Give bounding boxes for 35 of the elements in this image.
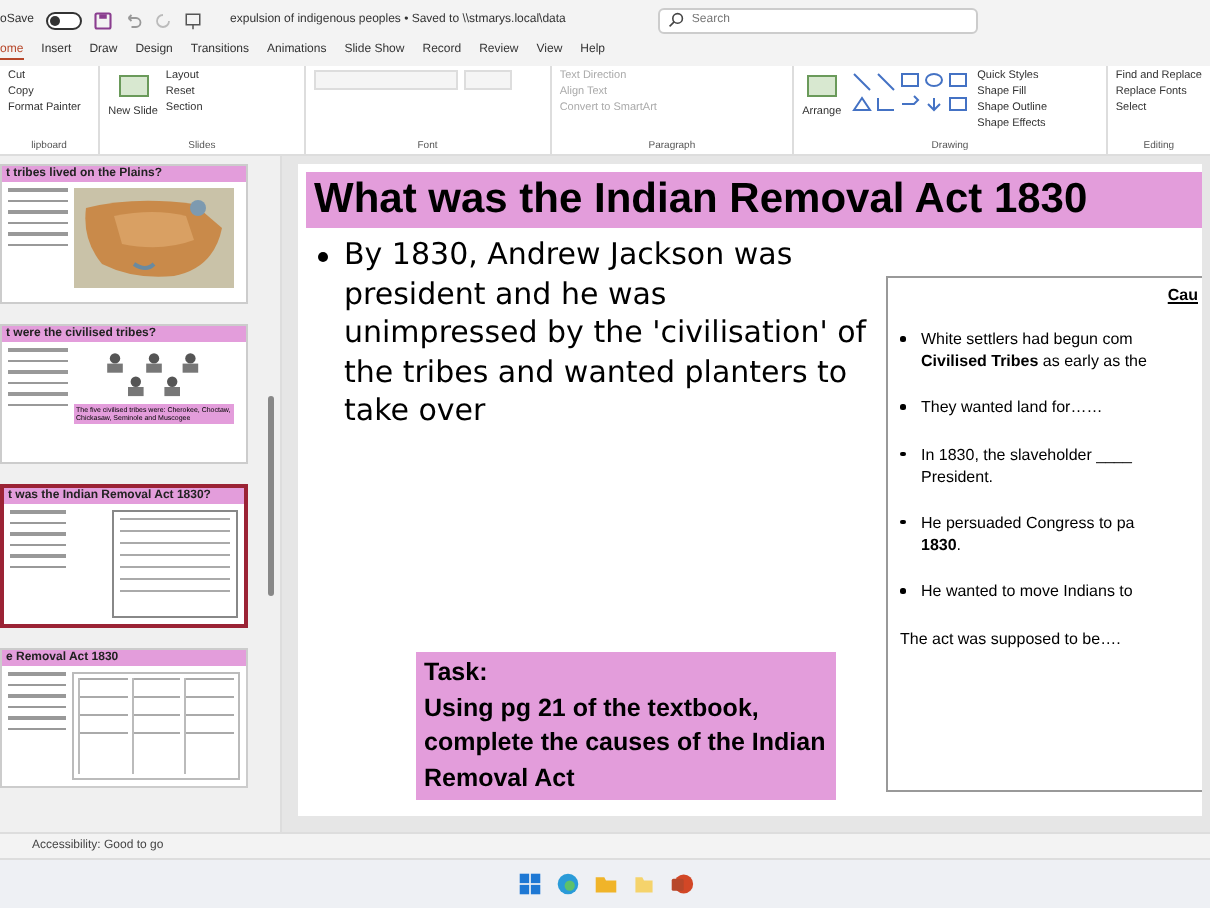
worksheet-item: In 1830, the slaveholder ____ President. [921,443,1132,488]
bullet-icon [900,404,905,410]
search-icon [667,12,684,28]
bullet-icon [900,588,905,594]
slide-icon [805,70,838,102]
worksheet-heading: Cau [1167,286,1198,304]
text-lines-drawing [8,672,67,730]
autosave-toggle[interactable] [46,11,83,29]
text-lines-drawing [8,188,68,246]
worksheet-footer: The act was supposed to be…. [900,627,1202,650]
present-icon[interactable] [184,11,203,29]
font-size-field[interactable] [463,70,512,90]
worksheet-drawing [111,510,238,618]
font-name-field[interactable] [313,70,458,90]
worksheet-item: White settlers had begun com Civilised Tribes as early as the [921,328,1147,373]
bullet-text: By 1830, Andrew Jackson was president and he was unimpressed by the 'civilisation' of the tribes and wanted planters to take over [344,236,868,431]
bullet-icon [318,252,328,262]
bullet-icon [900,519,905,525]
worksheet-item: They wanted land for…… [921,396,1103,420]
worksheet-item: He persuaded Congress to pa 1830. [921,511,1135,557]
bullet-icon [900,336,905,341]
bullet-icon [900,451,905,457]
presentation-app-icon[interactable] [669,872,693,896]
start-icon[interactable] [517,872,541,896]
worksheet-item: He wanted to move Indians to [921,580,1133,603]
slide-icon [117,70,150,102]
text-lines-drawing [8,348,68,406]
text-lines-drawing [10,510,66,568]
undo-icon[interactable] [124,11,143,29]
task-box: Task: Using pg 21 of the textbook, complete the causes of the Indian Removal Act [416,652,836,800]
browser-icon[interactable] [555,872,579,896]
redo-icon[interactable] [154,11,173,29]
save-icon[interactable] [94,11,113,29]
folder-icon[interactable] [593,872,617,896]
slide-title: What was the Indian Removal Act 1830 [306,172,1202,228]
